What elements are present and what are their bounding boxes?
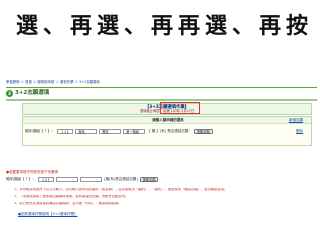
- relation-text-2: [類(系)是否連結志願]: [104, 177, 138, 182]
- breadcrumb-home[interactable]: 學習歷程: [6, 80, 20, 84]
- note-text: ●若要要申請不同校系請下列選填: [6, 170, 59, 174]
- highlight-annotation: [160, 102, 200, 114]
- instruction-item: 3、若已經完成選填後請確認志願順序，並可按「列印」，確認選填結果。: [14, 201, 122, 205]
- instruction-item: 1、本系統採用選擇下拉方式輸入，請先輸入欲申請的順序（或名稱），並請選取出「類別…: [14, 188, 228, 191]
- delete-link[interactable]: 刪除: [296, 129, 303, 133]
- breadcrumb-item[interactable]: ＞ 服務與申請: [33, 80, 54, 84]
- section-logo: 3 3+2志願選填: [6, 89, 49, 98]
- selection-card: 請輸入擬申請的選系 新增志願 順序/類組【 ? 】： 【 1 】 食品 餐飲 第…: [22, 116, 312, 146]
- order-label-2: 順序/類組【 ? 】：: [6, 177, 36, 182]
- breadcrumb-item[interactable]: ＞ 選校作業: [55, 80, 73, 84]
- breadcrumb-item[interactable]: ＞ 首頁: [21, 80, 32, 84]
- card-header: 請輸入擬申請的選系 新增志願: [23, 117, 311, 124]
- breadcrumb-divider: [6, 87, 317, 88]
- instruction-item: 2、「序號或順序」應依照志願順序選填，若有重複的志願，系統會自動合併。: [14, 194, 129, 198]
- card-header-title: 請輸入擬申請的選系: [152, 118, 184, 122]
- breadcrumb-item[interactable]: ＞ 3+2志願選填: [75, 80, 100, 84]
- choice-row: 順序/類組【 ? 】： 【 1 】 食品 餐飲 第一類組 【 類 】(系) 是否…: [25, 129, 213, 134]
- back-to-instructions-link[interactable]: ●回到選填作業說明【3+2選填作業】: [18, 212, 77, 216]
- select-choice-button-2[interactable]: 選取志願: [139, 177, 159, 182]
- group-select[interactable]: 第一類組: [123, 129, 146, 134]
- embedded-screenshot: 學習歷程 ＞ 首頁 ＞ 服務與申請 ＞ 選校作業 ＞ 3+2志願選填 3 3+2…: [6, 78, 318, 233]
- add-choice-link[interactable]: 新增志願: [289, 118, 303, 122]
- order-select[interactable]: 【 1 】: [56, 129, 74, 134]
- section-divider: [6, 99, 317, 101]
- order-label: 順序/類組【 ? 】：: [25, 129, 55, 134]
- logo-badge-icon: 3: [6, 90, 13, 97]
- school-select[interactable]: 食品: [75, 129, 98, 134]
- select-choice-button[interactable]: 選取志願: [193, 129, 213, 134]
- slide-headline: 選、再選、再再選、再按: [16, 14, 314, 39]
- logo-text: 3+2志願選填: [15, 90, 50, 97]
- instructions-list: 1、本系統採用選擇下拉方式輸入，請先輸入欲申請的順序（或名稱），並請選取出「類別…: [14, 188, 314, 209]
- department-select[interactable]: 餐飲: [99, 129, 122, 134]
- breadcrumb: 學習歷程 ＞ 首頁 ＞ 服務與申請 ＞ 選校作業 ＞ 3+2志願選填: [6, 80, 100, 84]
- relation-text: 【 類 】(系) 是否連結志願：: [147, 129, 192, 134]
- choice-row-2: 順序/類組【 ? 】： 【 2 】 [類(系)是否連結志願] 選取志願: [6, 177, 159, 182]
- department-select-2[interactable]: [80, 177, 103, 182]
- school-select-2[interactable]: [56, 177, 79, 182]
- order-select-2[interactable]: 【 2 】: [37, 177, 55, 182]
